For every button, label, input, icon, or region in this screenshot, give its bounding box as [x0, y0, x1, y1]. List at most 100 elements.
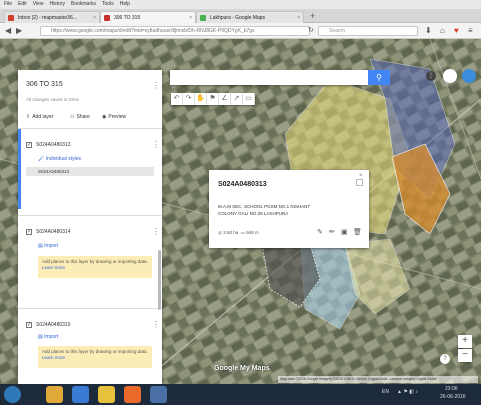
share-icon: ⚇ [70, 114, 75, 120]
learn-more-link[interactable]: Learn more [42, 355, 65, 360]
camera-icon[interactable]: ▣ [341, 228, 348, 236]
edit-icon[interactable]: ✏ [329, 228, 335, 236]
layer-s024a0480313[interactable]: ✓ S024A0480313 ⋮ 🖌 Individual styles S02… [18, 128, 162, 209]
tab-lakhpura-google-maps[interactable]: Lakhpura - Google Maps × [196, 11, 304, 23]
menu-tools[interactable]: Tools [102, 1, 114, 8]
map-toolbar: ↶ ↷ ✋ ⚑ ∠ ↗ ▭ [171, 93, 255, 105]
back-icon[interactable]: ◀ [5, 26, 11, 35]
menu-view[interactable]: View [33, 1, 44, 8]
delete-icon[interactable]: 🗑 [353, 228, 362, 236]
import-label: Import [44, 243, 59, 249]
hand-icon[interactable]: ✋ [195, 93, 207, 105]
layer-visibility-checkbox[interactable]: ✓ [26, 229, 32, 235]
home-icon[interactable]: ⌂ [440, 26, 445, 35]
style-icon[interactable]: ✎ [317, 228, 323, 236]
ie-icon[interactable] [72, 386, 89, 403]
windows-taskbar: EN ▲ ⚑ ◧ ♪ 23:06 26-06-2016 [0, 384, 481, 405]
photos-icon[interactable] [150, 386, 167, 403]
language-indicator[interactable]: EN [382, 389, 389, 395]
new-tab-button[interactable]: + [310, 11, 315, 21]
redo-icon[interactable]: ↷ [183, 93, 195, 105]
layer-options-icon[interactable]: ⋮ [152, 227, 160, 236]
empty-layer-hint: Add places to this layer by drawing or i… [38, 256, 152, 278]
individual-styles-label: Individual styles [45, 156, 82, 162]
clock-time[interactable]: 23:06 [445, 386, 458, 392]
chrome-icon[interactable] [98, 386, 115, 403]
close-tab-icon[interactable]: × [189, 12, 192, 23]
map-title[interactable]: 306 TO 315 [26, 81, 63, 88]
forward-icon[interactable]: ▶ [16, 26, 22, 35]
clock-date[interactable]: 26-06-2016 [440, 394, 466, 400]
tab-306-to-315[interactable]: 306 TO 315 × [100, 11, 196, 23]
close-tab-icon[interactable]: × [297, 12, 300, 23]
area-icon: ◎ [218, 230, 222, 235]
menu-edit[interactable]: Edit [18, 1, 27, 8]
layer-options-icon[interactable]: ⋮ [152, 320, 160, 329]
save-status: All changes saved in Drive [26, 97, 80, 102]
zoom-in-button[interactable]: + [458, 335, 472, 348]
import-icon: ▤ [38, 243, 43, 249]
close-tab-icon[interactable]: × [93, 12, 96, 23]
zoom-out-button[interactable]: − [458, 349, 472, 362]
navigation-bar: ◀ ▶ https://www.google.com/maps/d/edit?m… [0, 23, 481, 39]
system-tray-icons[interactable]: ▲ ⚑ ◧ ♪ [397, 389, 418, 395]
apps-icon[interactable]: ⋮ [426, 71, 436, 81]
import-label: Import [44, 334, 59, 340]
share-button[interactable]: ⚇ Share [70, 114, 90, 120]
layer-name[interactable]: S024A0480315 [36, 322, 70, 328]
menu-bookmarks[interactable]: Bookmarks [71, 1, 96, 8]
add-layer-button[interactable]: ⇪ Add layer [26, 114, 53, 120]
menu-help[interactable]: Help [120, 1, 130, 8]
layer-name[interactable]: S024A0480314 [36, 229, 70, 235]
start-button[interactable] [4, 386, 21, 403]
add-layer-label: Add layer [32, 114, 54, 120]
google-maps-icon [200, 15, 206, 21]
tab-inbox[interactable]: Inbox (2) - mapmaster36... × [4, 11, 100, 23]
preview-button[interactable]: ◉ Preview [102, 114, 126, 120]
more-options-icon[interactable]: ⋮ [152, 81, 160, 90]
map-canvas[interactable]: ⚲ ↶ ↷ ✋ ⚑ ∠ ↗ ▭ ⋮ 306 TO 315 All changes… [0, 39, 481, 384]
browser-menubar: File Edit View History Bookmarks Tools H… [0, 0, 481, 9]
search-button[interactable]: ⚲ [368, 70, 390, 85]
layer-item-s024a0480313[interactable]: S024A0480313 [26, 167, 154, 176]
layer-s024a0480314[interactable]: ✓ S024A0480314 ⋮ ▤ Import Add places to … [18, 215, 162, 300]
image-icon[interactable] [356, 179, 363, 186]
tab-label: 306 TO 315 [114, 15, 141, 21]
firefox-icon[interactable] [124, 386, 141, 403]
perimeter-value: 948 m [246, 230, 259, 235]
learn-more-link[interactable]: Learn more [42, 265, 65, 270]
account-avatar[interactable] [462, 69, 476, 83]
google-my-maps-logo: Google My Maps [214, 365, 270, 372]
ruler-icon[interactable]: ▭ [243, 93, 255, 105]
marker-icon[interactable]: ⚑ [207, 93, 219, 105]
map-attribution: Map data ©2016 Google Imagery ©2016 CNES… [278, 376, 478, 383]
menu-file[interactable]: File [4, 1, 12, 8]
reload-icon[interactable]: ↻ [308, 26, 314, 35]
pocket-icon[interactable]: ♥ [454, 26, 459, 35]
help-icon[interactable]: ? [440, 354, 450, 364]
panel-scrollbar[interactable] [158, 250, 161, 310]
map-search-input[interactable] [170, 70, 368, 85]
share-label: Share [76, 114, 90, 120]
menu-icon[interactable]: ≡ [468, 26, 473, 35]
file-explorer-icon[interactable] [46, 386, 63, 403]
browser-search-field[interactable]: Search [318, 26, 418, 36]
layer-visibility-checkbox[interactable]: ✓ [26, 322, 32, 328]
menu-history[interactable]: History [49, 1, 65, 8]
notification-icon[interactable] [443, 69, 457, 83]
url-field[interactable]: https://www.google.com/maps/d/edit?mid=z… [40, 26, 310, 36]
directions-icon[interactable]: ↗ [231, 93, 243, 105]
perimeter-icon: ▭ [240, 230, 245, 235]
import-link[interactable]: ▤ Import [38, 334, 58, 340]
individual-styles-link[interactable]: 🖌 Individual styles [38, 156, 81, 162]
layer-options-icon[interactable]: ⋮ [152, 140, 160, 149]
layer-visibility-checkbox[interactable]: ✓ [26, 142, 32, 148]
feature-measurements: ◎ 3.60 ha ▭ 948 m [218, 230, 259, 236]
preview-icon: ◉ [102, 114, 107, 120]
draw-line-icon[interactable]: ∠ [219, 93, 231, 105]
layer-name[interactable]: S024A0480313 [36, 142, 70, 148]
layer-s024a0480315[interactable]: ✓ S024A0480315 ⋮ ▤ Import Add places to … [18, 308, 162, 384]
download-icon[interactable]: ⬇ [425, 26, 432, 35]
undo-icon[interactable]: ↶ [171, 93, 183, 105]
import-link[interactable]: ▤ Import [38, 243, 58, 249]
